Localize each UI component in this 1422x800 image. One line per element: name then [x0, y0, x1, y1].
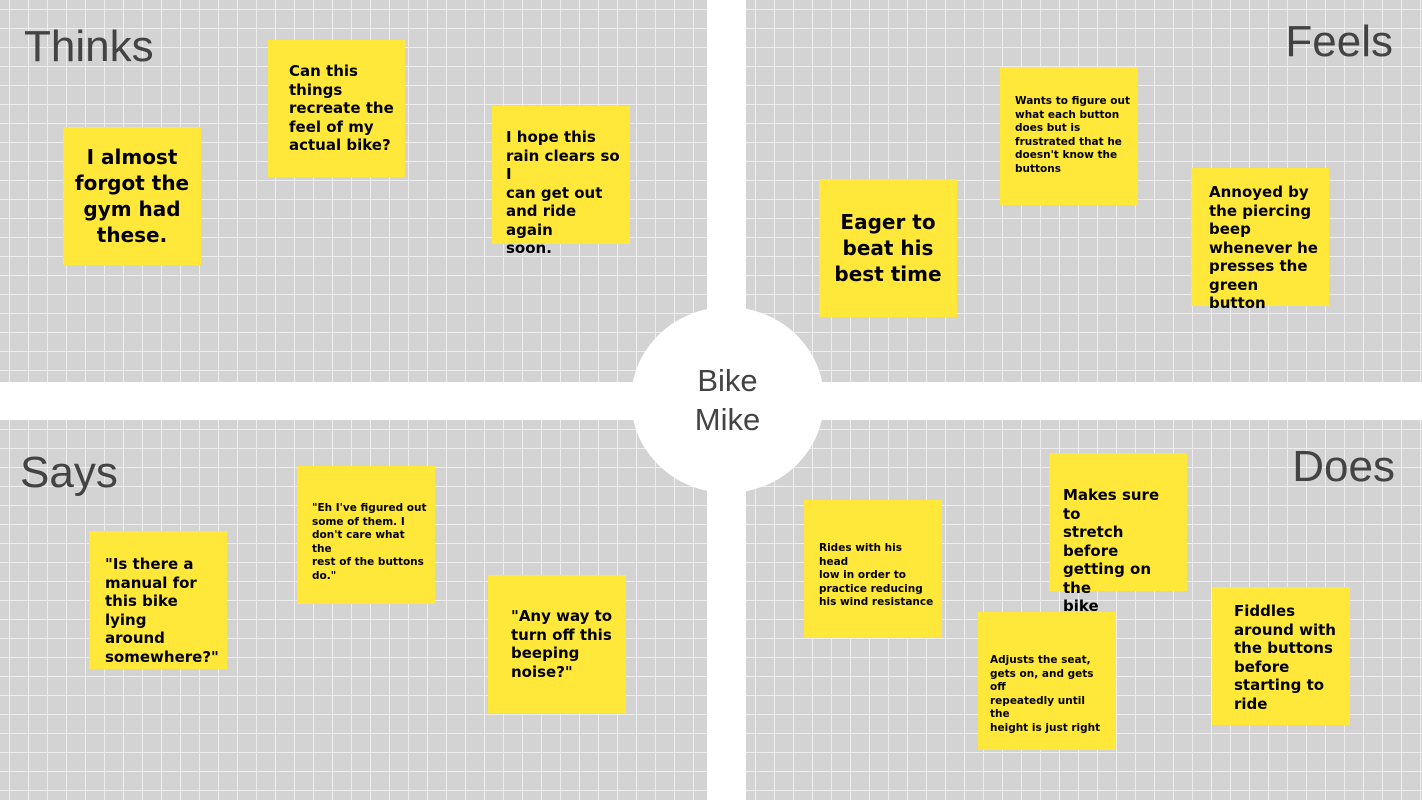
note-line: beeping	[511, 644, 580, 662]
note-line: practice reducing	[819, 582, 923, 595]
note-line: Eager to	[840, 210, 936, 234]
note-line: beat his	[842, 236, 934, 260]
note-line: stretch before	[1063, 523, 1124, 560]
note-line: somewhere?"	[105, 647, 219, 666]
sticky-note-thinks-1[interactable]: I almost forgot the gym had these.	[63, 127, 201, 265]
note-line: noise?"	[511, 662, 573, 681]
note-line: gets on, and gets off	[990, 667, 1094, 694]
note-line: green button	[1209, 275, 1266, 313]
note-line: actual bike?	[289, 136, 391, 154]
feels-label: Feels	[1285, 17, 1393, 66]
sticky-note-feels-3[interactable]: Annoyed by the piercing beep whenever he…	[1191, 168, 1329, 312]
note-line: these.	[96, 223, 168, 247]
note-line: starting to	[1234, 676, 1325, 694]
note-line: soon.	[506, 239, 552, 257]
note-line: and ride again	[506, 202, 577, 239]
note-line: whenever he	[1209, 238, 1318, 257]
sticky-note-thinks-3[interactable]: I hope this rain clears so I can get out…	[492, 106, 630, 257]
note-line: best time	[834, 262, 942, 286]
note-line: Wants to figure out	[1015, 95, 1131, 107]
note-line: buttons	[1015, 162, 1061, 175]
note-line: Fiddles	[1234, 602, 1296, 620]
note-line: forgot the	[74, 171, 190, 195]
persona-name-line-2: Mike	[694, 402, 761, 437]
note-line: beep	[1209, 220, 1251, 238]
note-line: "Eh I've figured out	[312, 502, 427, 514]
sticky-note-says-1[interactable]: "Is there a manual for this bike lying a…	[89, 531, 227, 669]
says-label: Says	[20, 448, 118, 497]
note-line: turn off this	[511, 625, 612, 644]
sticky-note-thinks-2[interactable]: Can this things recreate the feel of my …	[268, 40, 405, 177]
note-line: frustrated that he	[1015, 135, 1122, 148]
note-line: around with	[1234, 620, 1336, 639]
note-line: gym had	[83, 197, 181, 221]
thinks-label: Thinks	[24, 22, 154, 71]
sticky-note-feels-1[interactable]: Eager to beat his best time	[819, 179, 957, 317]
note-line: ride	[1234, 694, 1268, 713]
note-line: repeatedly until the	[990, 694, 1085, 721]
note-line: do."	[312, 569, 337, 582]
note-line: don't care what the	[312, 529, 405, 555]
persona-circle: Bike Mike	[631, 307, 824, 493]
sticky-note-says-2[interactable]: "Eh I've figured out some of them. I don…	[297, 466, 435, 604]
note-line: "Is there a	[105, 555, 194, 573]
note-line: things	[289, 80, 343, 99]
note-line: before	[1234, 657, 1290, 676]
note-line: Annoyed by	[1209, 183, 1309, 201]
note-line: does but is	[1015, 122, 1081, 134]
note-line: feel of my	[289, 117, 374, 136]
note-line: his wind resistance	[819, 596, 934, 608]
does-label: Does	[1292, 442, 1395, 491]
note-line: Adjusts the seat,	[990, 654, 1091, 666]
note-line: "Any way to	[511, 607, 613, 625]
sticky-note-does-3[interactable]: Adjusts the seat, gets on, and gets off …	[978, 612, 1116, 750]
note-line: I almost	[86, 145, 178, 169]
note-line: the piercing	[1209, 201, 1312, 220]
note-line: the buttons	[1234, 639, 1333, 657]
sticky-note-says-3[interactable]: "Any way to turn off this beeping noise?…	[488, 575, 626, 713]
note-line: low in order to	[819, 569, 906, 581]
note-line: height is just right	[990, 721, 1101, 734]
note-line: I hope this	[506, 128, 596, 146]
sticky-note-does-1[interactable]: Rides with his head low in order to prac…	[804, 500, 942, 638]
sticky-note-feels-2[interactable]: Wants to figure out what each button doe…	[1000, 67, 1138, 205]
persona-name-line-1: Bike	[697, 363, 758, 398]
note-line: rest of the buttons	[312, 556, 424, 568]
note-line: what each button	[1015, 108, 1120, 121]
note-line: Can this	[289, 62, 358, 80]
note-line: some of them. I	[312, 515, 405, 528]
sticky-note-does-4[interactable]: Fiddles around with the buttons before s…	[1212, 587, 1350, 725]
note-line: Rides with his head	[819, 542, 903, 568]
note-line: around	[105, 629, 165, 647]
note-line: manual for	[105, 573, 197, 592]
note-line: doesn't know the	[1015, 149, 1118, 161]
note-line: rain clears so I	[506, 146, 620, 184]
note-line: Makes sure to	[1063, 486, 1160, 523]
note-line: presses the	[1209, 257, 1308, 275]
sticky-note-does-2[interactable]: Makes sure to stretch before getting on …	[1049, 453, 1187, 615]
note-line: can get out	[506, 183, 603, 202]
note-line: getting on the	[1063, 560, 1152, 597]
note-line: this bike lying	[105, 592, 178, 629]
note-line: recreate the	[289, 99, 394, 117]
